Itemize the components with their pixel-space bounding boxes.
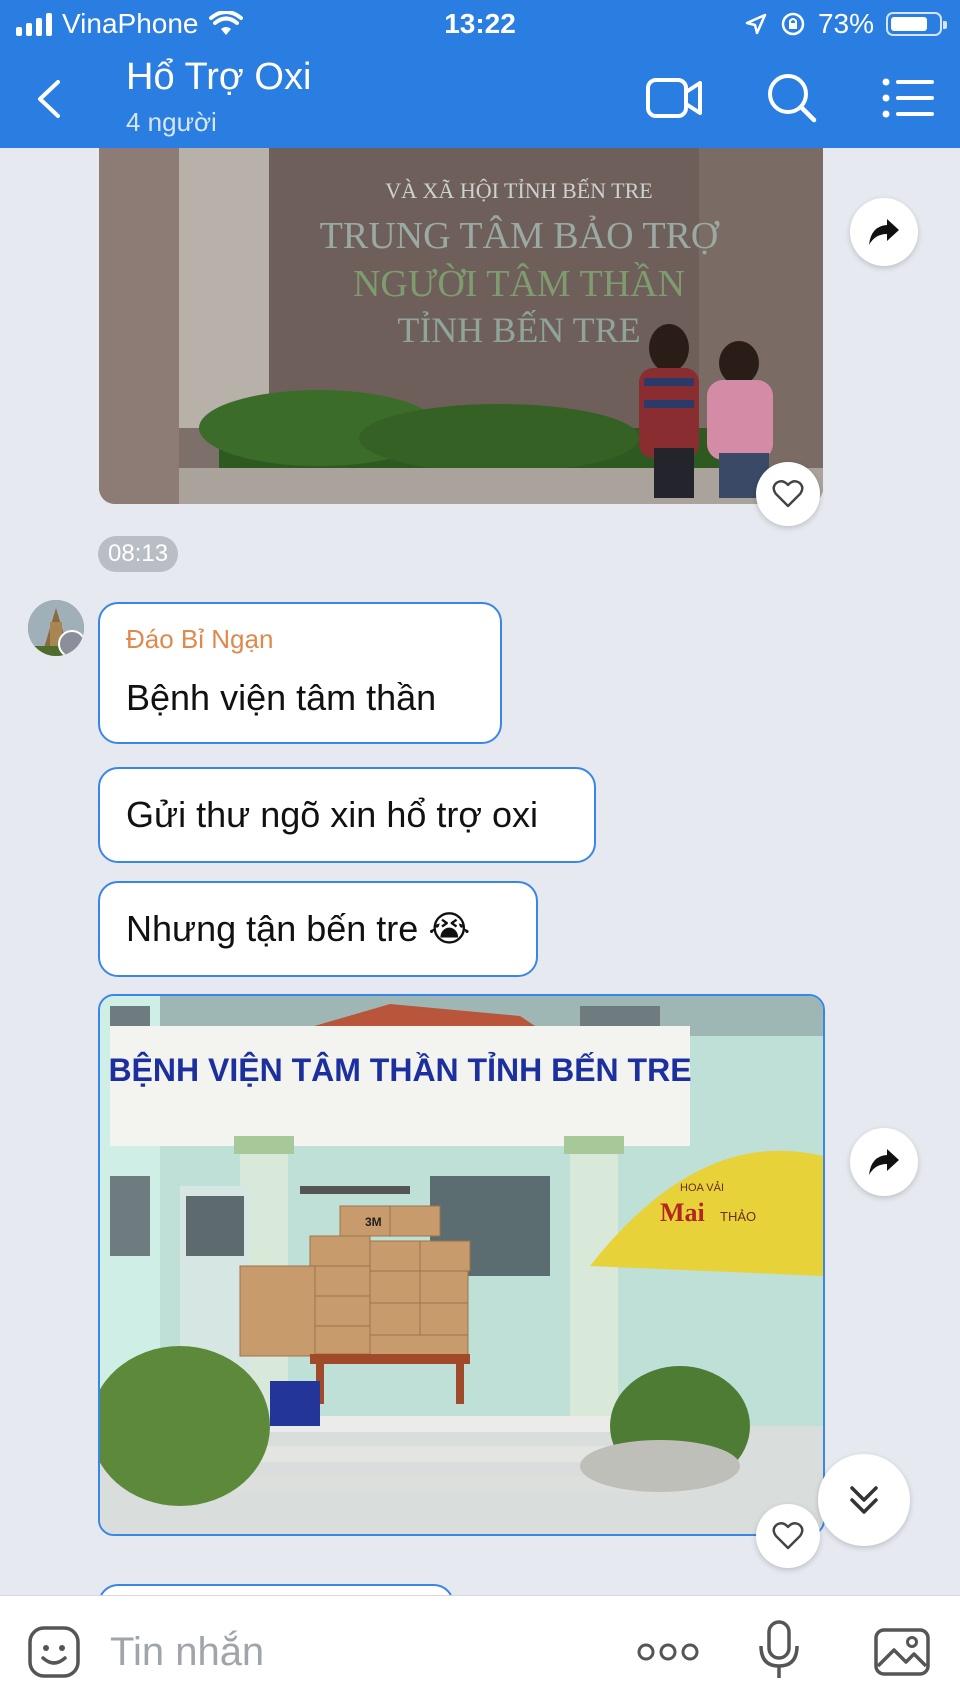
photo-sign-wall: VÀ XÃ HỘI TỈNH BẾN TRE TRUNG TÂM BẢO TRỢ… bbox=[99, 148, 823, 504]
message-bubble-1[interactable]: Đáo Bỉ Ngạn Bệnh viện tâm thần bbox=[98, 602, 502, 744]
message-timestamp: 08:13 bbox=[98, 536, 179, 572]
back-chevron-icon[interactable] bbox=[30, 74, 70, 124]
photo2-umbrella-brand: Mai bbox=[660, 1198, 705, 1227]
status-bar: VinaPhone 13:22 73% bbox=[0, 0, 960, 50]
admin-key-icon bbox=[58, 630, 84, 656]
emoji-sticker-icon[interactable] bbox=[26, 1624, 82, 1680]
message-composer: Tin nhắn bbox=[0, 1595, 960, 1708]
image-message-2[interactable]: BỆNH VIỆN TÂM THẦN TỈNH BẾN TRE 3M HOA V… bbox=[98, 994, 825, 1536]
forward-button-2[interactable] bbox=[850, 1128, 918, 1196]
video-call-icon[interactable] bbox=[644, 70, 704, 126]
menu-list-icon[interactable] bbox=[878, 70, 938, 126]
like-button-2[interactable] bbox=[756, 1504, 820, 1568]
scroll-to-bottom-button[interactable] bbox=[818, 1454, 910, 1546]
member-count[interactable]: 4 người bbox=[126, 107, 217, 138]
photo1-sign-line3: NGƯỜI TÂM THẦN bbox=[353, 262, 685, 305]
message-bubble-2[interactable]: Gửi thư ngõ xin hổ trợ oxi bbox=[98, 767, 596, 863]
message-text-2: Gửi thư ngõ xin hổ trợ oxi bbox=[126, 794, 538, 835]
photo2-sign-text: BỆNH VIỆN TÂM THẦN TỈNH BẾN TRE bbox=[108, 1052, 691, 1088]
message-text-1: Bệnh viện tâm thần bbox=[126, 677, 437, 718]
heart-icon bbox=[772, 1522, 804, 1550]
message-bubble-partial[interactable] bbox=[98, 1584, 454, 1595]
sender-name[interactable]: Đáo Bỉ Ngạn bbox=[126, 624, 474, 655]
location-icon bbox=[745, 13, 767, 35]
message-input[interactable]: Tin nhắn bbox=[110, 1630, 264, 1675]
photo1-sign-line2: TRUNG TÂM BẢO TRỢ bbox=[320, 214, 720, 257]
search-icon[interactable] bbox=[762, 70, 822, 126]
more-options-icon[interactable] bbox=[636, 1640, 700, 1664]
photo2-box-brand: 3M bbox=[365, 1215, 382, 1229]
like-button[interactable] bbox=[756, 462, 820, 526]
message-text-3: Nhưng tận bến tre 😭 bbox=[126, 908, 471, 949]
image-message-1[interactable]: VÀ XÃ HỘI TỈNH BẾN TRE TRUNG TÂM BẢO TRỢ… bbox=[99, 148, 823, 504]
forward-button[interactable] bbox=[850, 198, 918, 266]
double-chevron-down-icon bbox=[850, 1486, 878, 1514]
microphone-icon[interactable] bbox=[756, 1618, 802, 1682]
forward-arrow-icon bbox=[869, 1149, 899, 1175]
top-bar: VinaPhone 13:22 73% Hổ Trợ Oxi 4 người bbox=[0, 0, 960, 148]
photo1-sign-line4: TỈNH BẾN TRE bbox=[397, 310, 640, 350]
chat-title[interactable]: Hổ Trợ Oxi bbox=[126, 56, 311, 99]
battery-icon bbox=[886, 12, 947, 36]
image-gallery-icon[interactable] bbox=[872, 1626, 932, 1678]
photo1-sign-line1: VÀ XÃ HỘI TỈNH BẾN TRE bbox=[385, 178, 652, 203]
photo2-umbrella-top: HOA VẢI bbox=[680, 1181, 724, 1194]
battery-percent: 73% bbox=[817, 8, 874, 39]
avatar[interactable] bbox=[28, 600, 84, 656]
orientation-lock-icon bbox=[781, 12, 805, 36]
photo2-umbrella-right: THẢO bbox=[720, 1209, 756, 1224]
message-list[interactable]: VÀ XÃ HỘI TỈNH BẾN TRE TRUNG TÂM BẢO TRỢ… bbox=[0, 148, 960, 1595]
heart-icon bbox=[772, 480, 804, 508]
photo-hospital-entrance: BỆNH VIỆN TÂM THẦN TỈNH BẾN TRE 3M HOA V… bbox=[100, 996, 823, 1534]
message-bubble-3[interactable]: Nhưng tận bến tre 😭 bbox=[98, 881, 538, 977]
forward-arrow-icon bbox=[869, 219, 899, 245]
